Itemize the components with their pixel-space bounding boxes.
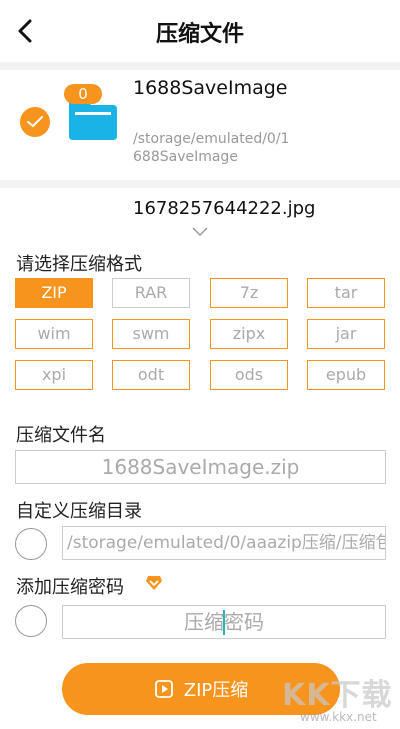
password-label: 添加压缩密码 (16, 577, 124, 598)
vip-diamond-icon (146, 576, 162, 590)
folder-icon (69, 100, 117, 140)
divider (0, 62, 400, 70)
text-caret (223, 610, 225, 635)
chevron-down-icon[interactable] (191, 226, 209, 238)
custom-dir-input[interactable]: /storage/emulated/0/aaazip压缩/压缩包 (62, 526, 386, 560)
header: 压缩文件 (0, 0, 400, 62)
format-option[interactable]: xpi (15, 360, 93, 390)
watermark-logo: KK下载 (282, 678, 393, 713)
custom-dir-label: 自定义压缩目录 (16, 501, 142, 522)
divider (0, 180, 400, 188)
custom-dir-radio[interactable] (15, 528, 47, 560)
format-option[interactable]: zipx (210, 319, 288, 349)
filename-input[interactable]: 1688SaveImage.zip (15, 450, 386, 484)
format-option[interactable]: swm (112, 319, 190, 349)
format-option[interactable]: odt (112, 360, 190, 390)
password-radio[interactable] (15, 605, 47, 637)
zip-compress-label: ZIP压缩 (183, 680, 249, 701)
format-option[interactable]: tar (307, 278, 385, 308)
format-option[interactable]: wim (15, 319, 93, 349)
folder-checkbox[interactable] (20, 107, 50, 137)
check-icon (27, 116, 43, 128)
watermark-url: www.kkx.net (300, 710, 377, 724)
format-option[interactable]: ods (210, 360, 288, 390)
format-option[interactable]: epub (307, 360, 385, 390)
folder-path: /storage/emulated/0/1688SaveImage (133, 131, 290, 165)
page-title: 压缩文件 (155, 22, 244, 47)
archive-icon (154, 680, 173, 698)
file-name: 1678257644222.jpg (133, 198, 316, 219)
format-option[interactable]: ZIP (15, 278, 93, 308)
format-option[interactable]: RAR (112, 278, 190, 308)
folder-name: 1688SaveImage (133, 77, 288, 99)
item-count-badge: 0 (64, 84, 102, 104)
format-option[interactable]: 7z (210, 278, 288, 308)
format-label: 请选择压缩格式 (16, 254, 142, 275)
filename-label: 压缩文件名 (16, 425, 106, 446)
format-option[interactable]: jar (307, 319, 385, 349)
